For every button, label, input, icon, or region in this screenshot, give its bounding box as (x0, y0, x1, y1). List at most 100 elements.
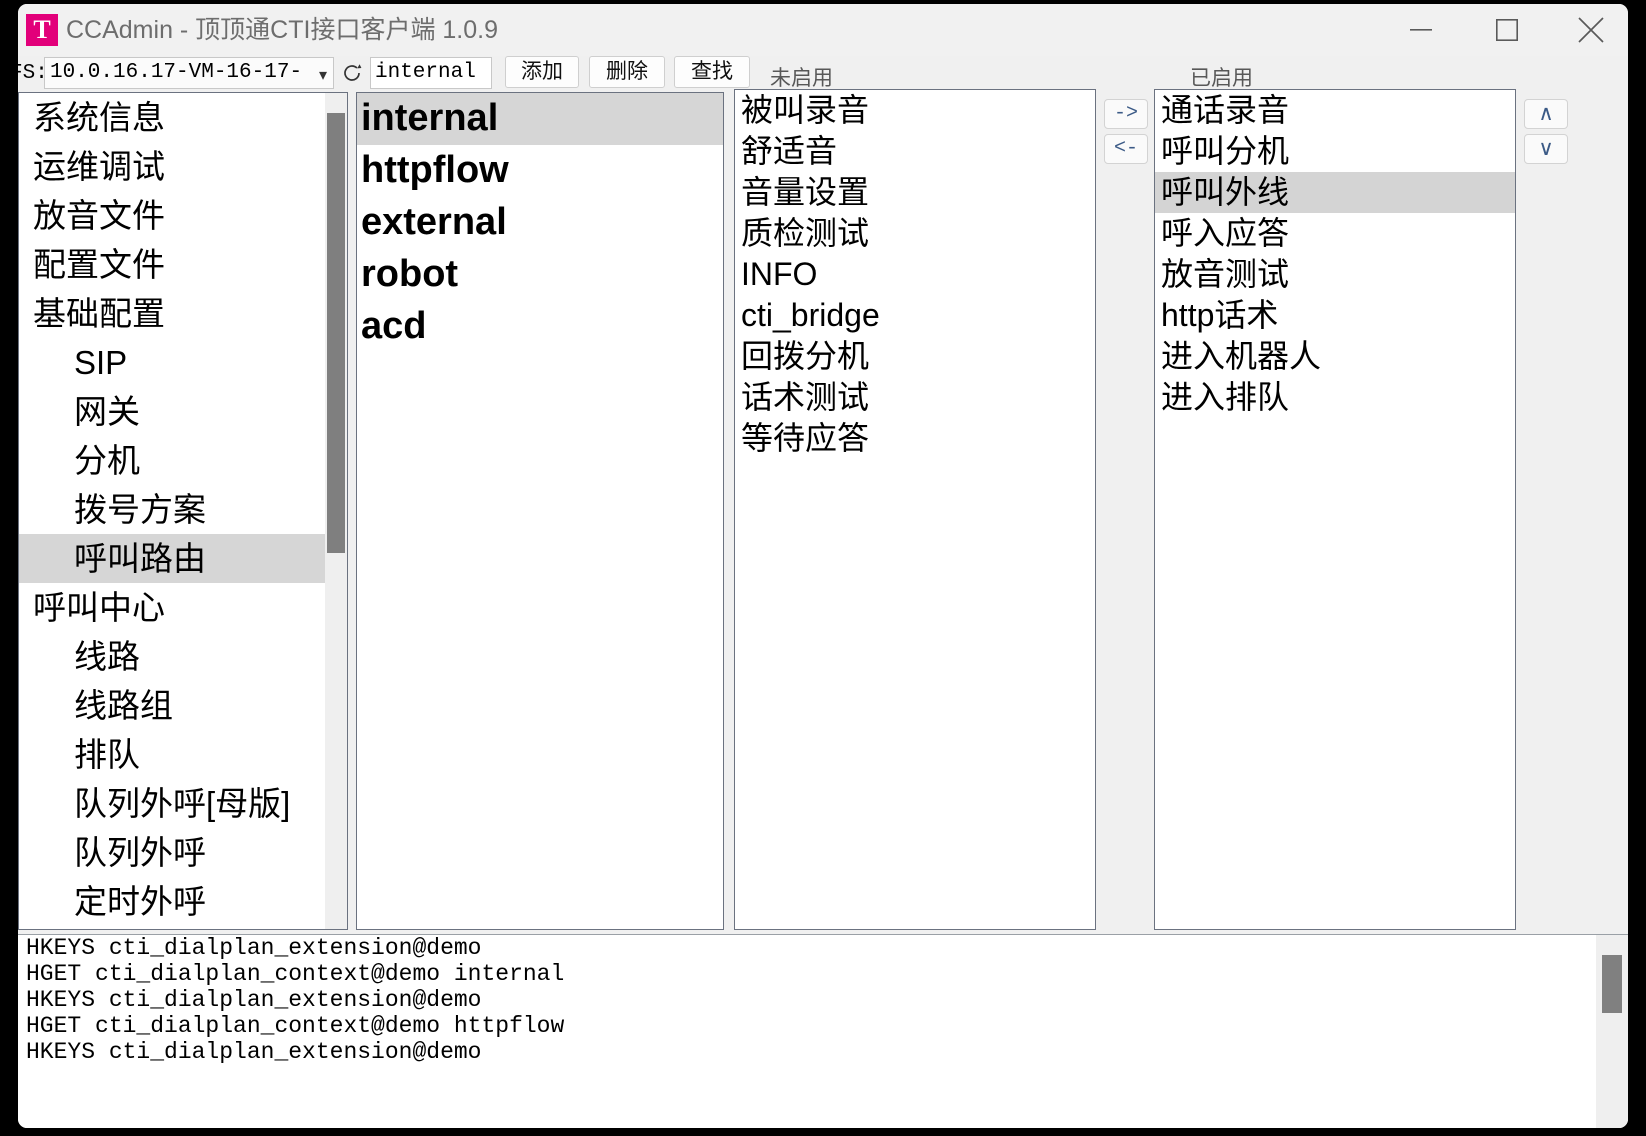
sidebar-item[interactable]: 拨号方案 (19, 485, 347, 534)
sidebar-item-label: 队列外呼[母版] (74, 785, 291, 822)
sidebar-item[interactable]: 运维调试 (19, 142, 347, 191)
enabled-list-item-label: 通话录音 (1161, 92, 1290, 128)
log-line: HKEYS cti_dialplan_extension@demo (26, 935, 482, 961)
disabled-list-item[interactable]: cti_bridge (735, 295, 1095, 336)
context-list-item-label: acd (361, 305, 427, 347)
add-button[interactable]: 添加 (505, 56, 579, 88)
enabled-list-item[interactable]: 呼入应答 (1155, 213, 1515, 254)
tree-scrollbar-thumb[interactable] (327, 113, 345, 553)
disabled-list-item-label: 音量设置 (741, 174, 870, 210)
move-up-button[interactable]: ∧ (1524, 99, 1568, 129)
sidebar-item[interactable]: 分机 (19, 436, 347, 485)
sidebar-item[interactable]: 放音文件 (19, 191, 347, 240)
sidebar-item-label: 定时外呼 (74, 883, 206, 920)
sidebar-item-label: 线路 (74, 638, 140, 675)
navigation-tree[interactable]: 系统信息运维调试放音文件配置文件基础配置 SIP 网关分机拨号方案 呼叫路由呼叫中心线… (18, 92, 348, 930)
sidebar-item[interactable]: 基础配置 (19, 289, 347, 338)
log-line: HKEYS cti_dialplan_extension@demo (26, 987, 482, 1013)
sidebar-item-label: 线路组 (74, 687, 173, 724)
context-list-item[interactable]: httpflow (357, 145, 723, 197)
disabled-list-item[interactable]: 舒适音 (735, 131, 1095, 172)
disabled-list-item-label: 质检测试 (741, 215, 870, 251)
context-name-input[interactable]: internal (370, 57, 492, 89)
enabled-list-item[interactable]: 通话录音 (1155, 90, 1515, 131)
sidebar-item[interactable]: 队列外呼 (19, 828, 347, 877)
sidebar-item[interactable]: 呼叫中心 (19, 583, 347, 632)
sidebar-item[interactable]: 机器人 (19, 926, 347, 929)
enabled-list-item[interactable]: 呼叫外线 (1155, 172, 1515, 213)
disabled-list-item[interactable]: 被叫录音 (735, 90, 1095, 131)
sidebar-item-label: 分机 (74, 442, 140, 479)
enabled-list-item-label: 放音测试 (1161, 256, 1290, 292)
sidebar-item[interactable]: 系统信息 (19, 93, 347, 142)
context-list[interactable]: internal httpflow external robot acd (356, 92, 724, 930)
sidebar-item-label: SIP (74, 344, 128, 381)
sidebar-item-label: 排队 (74, 736, 140, 773)
enabled-list-item[interactable]: http话术 (1155, 295, 1515, 336)
enabled-list-item-label: 呼入应答 (1161, 215, 1290, 251)
sidebar-item[interactable]: 线路组 (19, 681, 347, 730)
app-window: T CCAdmin - 顶顶通CTI接口客户端 1.0.9 FS: 10.0.1… (18, 4, 1628, 1128)
app-logo-icon: T (26, 14, 58, 46)
sidebar-item-label: 放音文件 (33, 197, 165, 234)
sidebar-item[interactable]: 配置文件 (19, 240, 347, 289)
log-line: HGET cti_dialplan_context@demo httpflow (26, 1013, 565, 1039)
context-list-item[interactable]: acd (357, 301, 723, 353)
sidebar-item[interactable]: 定时外呼 (19, 877, 347, 926)
disabled-list-item[interactable]: 话术测试 (735, 377, 1095, 418)
title-bar: T CCAdmin - 顶顶通CTI接口客户端 1.0.9 (18, 4, 1628, 56)
disabled-list-header: 未启用 (770, 67, 833, 90)
close-button[interactable] (1560, 4, 1622, 56)
sidebar-item[interactable]: 网关 (19, 387, 347, 436)
sidebar-item[interactable]: 线路 (19, 632, 347, 681)
delete-button[interactable]: 删除 (589, 56, 665, 88)
context-list-item-label: httpflow (361, 149, 509, 191)
enabled-list-item[interactable]: 进入排队 (1155, 377, 1515, 418)
context-list-item[interactable]: internal (357, 93, 723, 145)
context-list-item-label: external (361, 201, 507, 243)
find-button[interactable]: 查找 (674, 56, 750, 88)
refresh-icon[interactable] (340, 61, 364, 85)
enabled-list-item-label: 进入机器人 (1161, 338, 1322, 374)
context-list-item[interactable]: robot (357, 249, 723, 301)
enabled-list[interactable]: 通话录音呼叫分机 呼叫外线 呼入应答放音测试 http话术 进入机器人进入排队 (1154, 89, 1516, 930)
sidebar-item-label: 队列外呼 (74, 834, 206, 871)
sidebar-item-label: 配置文件 (33, 246, 165, 283)
enabled-list-header: 已启用 (1190, 67, 1253, 90)
log-output[interactable]: HKEYS cti_dialplan_extension@demo HGET ct… (18, 934, 1628, 1128)
tree-scrollbar[interactable] (325, 93, 347, 929)
log-scrollbar-thumb[interactable] (1602, 955, 1622, 1013)
context-list-item-label: internal (361, 97, 499, 139)
move-to-enabled-button[interactable]: -> (1104, 99, 1148, 129)
enabled-list-item[interactable]: 进入机器人 (1155, 336, 1515, 377)
enabled-list-item-label: 呼叫分机 (1161, 133, 1290, 169)
sidebar-item[interactable]: SIP (19, 338, 347, 387)
disabled-list-item[interactable]: 音量设置 (735, 172, 1095, 213)
maximize-button[interactable] (1476, 4, 1538, 56)
minimize-button[interactable] (1390, 4, 1452, 56)
enabled-list-item-label: 进入排队 (1161, 379, 1290, 415)
sidebar-item[interactable]: 队列外呼[母版] (19, 779, 347, 828)
disabled-list-item-label: 等待应答 (741, 420, 870, 456)
context-list-item-label: robot (361, 253, 459, 295)
sidebar-item-label: 网关 (74, 393, 140, 430)
move-to-disabled-button[interactable]: <- (1104, 134, 1148, 164)
disabled-list[interactable]: 被叫录音 舒适音 音量设置质检测试 INFO cti_bridge 回拨分机 话术测试等待应… (734, 89, 1096, 930)
enabled-list-item[interactable]: 呼叫分机 (1155, 131, 1515, 172)
disabled-list-item[interactable]: INFO (735, 254, 1095, 295)
sidebar-item-label: 呼叫中心 (33, 589, 165, 626)
log-scrollbar[interactable] (1596, 935, 1628, 1128)
move-down-button[interactable]: ∨ (1524, 134, 1568, 164)
context-list-item[interactable]: external (357, 197, 723, 249)
disabled-list-item-label: 话术测试 (741, 379, 870, 415)
disabled-list-item[interactable]: 回拨分机 (735, 336, 1095, 377)
log-line: HKEYS cti_dialplan_extension@demo (26, 1039, 482, 1065)
sidebar-item[interactable]: 排队 (19, 730, 347, 779)
fs-server-select[interactable]: 10.0.16.17-VM-16-17- ▾ (44, 57, 334, 89)
context-name-value: internal (375, 61, 476, 84)
disabled-list-item[interactable]: 等待应答 (735, 418, 1095, 459)
enabled-list-item[interactable]: 放音测试 (1155, 254, 1515, 295)
disabled-list-item[interactable]: 质检测试 (735, 213, 1095, 254)
sidebar-item-label: 运维调试 (33, 148, 165, 185)
sidebar-item[interactable]: 呼叫路由 (19, 534, 347, 583)
